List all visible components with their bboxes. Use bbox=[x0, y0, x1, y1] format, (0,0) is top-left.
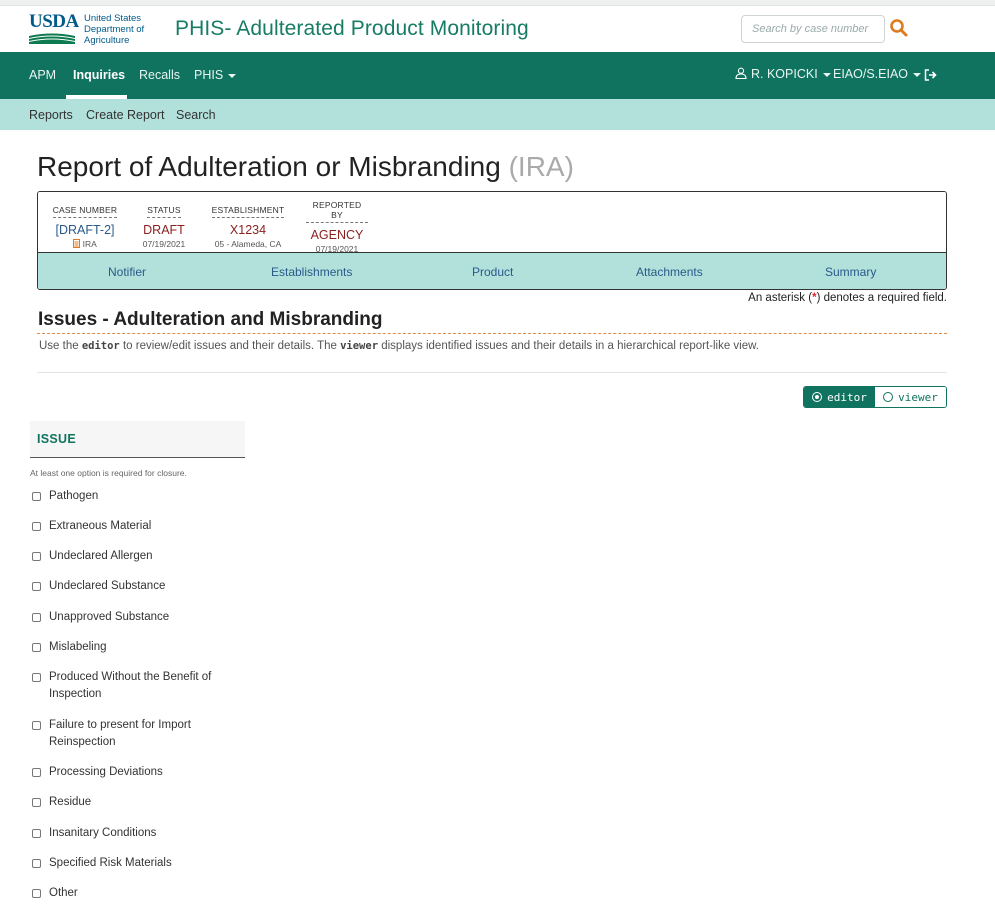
reported-by-field: REPORTED BY AGENCY 07/19/2021 bbox=[306, 200, 368, 254]
issue-option[interactable]: Processing Deviations bbox=[32, 764, 232, 781]
chevron-down-icon bbox=[228, 73, 237, 78]
view-toggle: editor viewer bbox=[803, 386, 947, 408]
case-number-label: CASE NUMBER bbox=[52, 205, 118, 218]
tab-product[interactable]: Product bbox=[472, 265, 513, 279]
section-title: Issues - Adulteration and Misbranding bbox=[38, 309, 383, 330]
case-search-input[interactable] bbox=[741, 15, 885, 43]
status-value: DRAFT bbox=[143, 223, 185, 237]
issue-option[interactable]: Insanitary Conditions bbox=[32, 825, 232, 842]
reported-by-value: AGENCY bbox=[310, 228, 364, 242]
report-tab-bar: Notifier Establishments Product Attachme… bbox=[38, 252, 946, 289]
checkbox[interactable] bbox=[32, 492, 41, 501]
checkbox[interactable] bbox=[32, 673, 41, 682]
chevron-down-icon bbox=[913, 72, 922, 77]
status-label: STATUS bbox=[147, 205, 181, 218]
issue-option[interactable]: Undeclared Allergen bbox=[32, 548, 232, 565]
viewer-toggle-button[interactable]: viewer bbox=[875, 387, 946, 407]
nav-item-apm[interactable]: APM bbox=[29, 68, 56, 82]
issue-option[interactable]: Unapproved Substance bbox=[32, 609, 232, 626]
radio-selected-icon bbox=[812, 392, 823, 402]
user-menu[interactable]: R. KOPICKI bbox=[735, 67, 831, 81]
issue-option[interactable]: Extraneous Material bbox=[32, 518, 232, 535]
status-date: 07/19/2021 bbox=[142, 239, 186, 249]
section-divider bbox=[37, 333, 947, 334]
establishment-label: ESTABLISHMENT bbox=[211, 205, 285, 218]
radio-unselected-icon bbox=[883, 392, 894, 402]
nav-item-recalls[interactable]: Recalls bbox=[139, 68, 180, 82]
search-icon[interactable] bbox=[889, 18, 909, 38]
tab-summary[interactable]: Summary bbox=[825, 265, 876, 279]
divider bbox=[37, 372, 947, 373]
checkbox[interactable] bbox=[32, 721, 41, 730]
issue-requirement-note: At least one option is required for clos… bbox=[30, 468, 187, 478]
checkbox[interactable] bbox=[32, 522, 41, 531]
required-field-note: An asterisk (*) denotes a required field… bbox=[748, 292, 947, 304]
case-number-field: CASE NUMBER [DRAFT-2] IRA bbox=[52, 200, 118, 249]
document-icon bbox=[73, 239, 81, 248]
subnav-item-search[interactable]: Search bbox=[176, 108, 216, 122]
org-menu[interactable]: EIAO/S.EIAO bbox=[833, 67, 922, 81]
reported-by-label: REPORTED BY bbox=[306, 200, 368, 223]
viewer-keyword: viewer bbox=[340, 340, 379, 352]
status-field: STATUS DRAFT 07/19/2021 bbox=[138, 200, 190, 249]
subnav-item-reports[interactable]: Reports bbox=[29, 108, 73, 122]
usda-fields-icon bbox=[29, 33, 75, 44]
checkbox[interactable] bbox=[32, 582, 41, 591]
sub-nav: Reports Create Report Search bbox=[0, 99, 995, 130]
establishment-location: 05 - Alameda, CA bbox=[214, 239, 282, 249]
department-name: United States Department of Agriculture bbox=[84, 13, 145, 46]
usda-logo-text: USDA bbox=[29, 11, 79, 32]
editor-toggle-button[interactable]: editor bbox=[804, 387, 875, 407]
checkbox[interactable] bbox=[32, 768, 41, 777]
logout-icon[interactable] bbox=[924, 69, 937, 81]
issue-option[interactable]: Failure to present for Import Reinspecti… bbox=[32, 717, 232, 751]
issue-option[interactable]: Other bbox=[32, 885, 232, 902]
nav-item-phis-label: PHIS bbox=[194, 68, 224, 82]
issue-heading: ISSUE bbox=[30, 421, 245, 458]
user-name: R. KOPICKI bbox=[751, 67, 818, 81]
page-title: Report of Adulteration or Misbranding (I… bbox=[37, 151, 574, 183]
tab-attachments[interactable]: Attachments bbox=[636, 265, 703, 279]
subnav-item-create-report[interactable]: Create Report bbox=[86, 108, 165, 122]
case-info: CASE NUMBER [DRAFT-2] IRA STATUS DRAFT 0… bbox=[38, 192, 946, 254]
tab-establishments[interactable]: Establishments bbox=[271, 265, 352, 279]
case-number-link[interactable]: [DRAFT-2] bbox=[52, 223, 118, 237]
main-nav: APM Inquiries Recalls PHIS R. KOPICKI EI… bbox=[0, 52, 995, 99]
issue-option[interactable]: Pathogen bbox=[32, 488, 232, 505]
editor-keyword: editor bbox=[81, 340, 120, 352]
case-type: IRA bbox=[52, 239, 118, 249]
section-description: Use the editor to review/edit issues and… bbox=[39, 340, 759, 352]
checkbox[interactable] bbox=[32, 859, 41, 868]
checkbox[interactable] bbox=[32, 643, 41, 652]
page-title-suffix: (IRA) bbox=[508, 151, 574, 182]
site-header: USDA United States Department of Agricul… bbox=[0, 6, 995, 52]
page-title-text: Report of Adulteration or Misbranding bbox=[37, 151, 501, 182]
establishment-value: X1234 bbox=[229, 223, 267, 237]
issue-option[interactable]: Mislabeling bbox=[32, 639, 232, 656]
issue-option[interactable]: Residue bbox=[32, 794, 232, 811]
issue-option[interactable]: Produced Without the Benefit of Inspecti… bbox=[32, 669, 232, 703]
case-type-text: IRA bbox=[82, 239, 97, 249]
establishment-field: ESTABLISHMENT X1234 05 - Alameda, CA bbox=[210, 200, 286, 249]
checkbox[interactable] bbox=[32, 552, 41, 561]
checkbox[interactable] bbox=[32, 798, 41, 807]
checkbox[interactable] bbox=[32, 613, 41, 622]
user-icon bbox=[735, 67, 747, 80]
case-summary-card: CASE NUMBER [DRAFT-2] IRA STATUS DRAFT 0… bbox=[37, 191, 947, 290]
issue-option[interactable]: Specified Risk Materials bbox=[32, 855, 232, 872]
nav-item-inquiries[interactable]: Inquiries bbox=[73, 68, 125, 82]
org-name: EIAO/S.EIAO bbox=[833, 67, 909, 81]
issue-option[interactable]: Undeclared Substance bbox=[32, 578, 232, 595]
chevron-down-icon bbox=[822, 72, 831, 77]
nav-item-phis[interactable]: PHIS bbox=[194, 68, 237, 82]
checkbox[interactable] bbox=[32, 829, 41, 838]
app-title: PHIS- Adulterated Product Monitoring bbox=[175, 17, 529, 40]
tab-notifier[interactable]: Notifier bbox=[108, 265, 146, 279]
checkbox[interactable] bbox=[32, 889, 41, 898]
